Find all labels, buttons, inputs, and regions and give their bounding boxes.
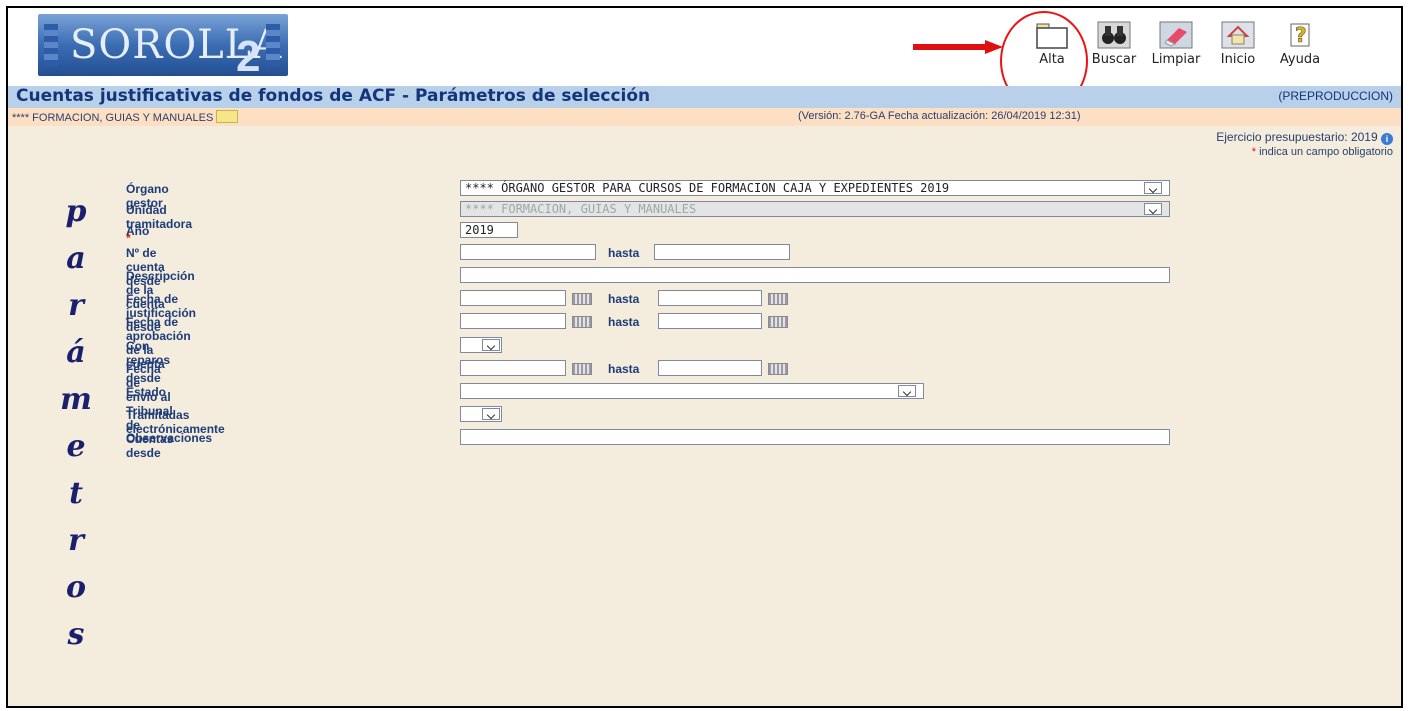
chevron-down-icon[interactable] — [482, 408, 500, 420]
buscar-button[interactable]: Buscar — [1083, 20, 1145, 67]
fecha-envio-desde-input[interactable] — [460, 360, 566, 376]
unidad-select[interactable]: **** FORMACION, GUIAS Y MANUALES — [460, 201, 1170, 217]
eraser-icon — [1159, 20, 1193, 50]
fecha-envio-hasta-input[interactable] — [658, 360, 762, 376]
chevron-down-icon[interactable] — [1144, 203, 1162, 215]
fecha-just-hasta-input[interactable] — [658, 290, 762, 306]
calendar-icon[interactable] — [572, 293, 592, 305]
anio-label: Año — [126, 224, 150, 238]
mail-icon[interactable] — [216, 110, 239, 123]
hasta-label: hasta — [608, 246, 640, 260]
red-arrow-icon — [913, 40, 1003, 54]
estado-select[interactable] — [460, 383, 924, 399]
help-icon: ? — [1283, 20, 1317, 50]
cuenta-desde-input[interactable] — [460, 244, 596, 260]
fecha-just-desde-input[interactable] — [460, 290, 566, 306]
ejercicio-label: Ejercicio presupuestario: 2019 — [1216, 130, 1378, 144]
home-icon — [1221, 20, 1255, 50]
ejercicio-block: Ejercicio presupuestario: 2019 i * indic… — [1216, 130, 1393, 158]
limpiar-button[interactable]: Limpiar — [1145, 20, 1207, 67]
calendar-icon[interactable] — [572, 363, 592, 375]
chevron-down-icon[interactable] — [898, 385, 916, 397]
version-label: (Versión: 2.76-GA Fecha actualización: 2… — [798, 110, 1081, 122]
chevron-down-icon[interactable] — [1144, 182, 1162, 194]
fecha-aprob-desde-input[interactable] — [460, 313, 566, 329]
anio-input[interactable]: 2019 — [460, 222, 518, 238]
app-window: SOROLLA 2 Alta Buscar Limpiar Inicio ? A… — [6, 6, 1403, 708]
page-title: Cuentas justificativas de fondos de ACF … — [16, 86, 651, 106]
info-bar: **** FORMACION, GUIAS Y MANUALES (Versió… — [8, 108, 1401, 126]
hasta-label: hasta — [608, 315, 640, 329]
top-bar: SOROLLA 2 Alta Buscar Limpiar Inicio ? A… — [8, 8, 1401, 111]
inicio-button[interactable]: Inicio — [1207, 20, 1269, 67]
sorolla-logo: SOROLLA 2 — [38, 14, 288, 81]
title-bar: Cuentas justificativas de fondos de ACF … — [8, 86, 1401, 108]
observaciones-label: Observaciones — [126, 431, 213, 445]
parametros-vertical-title: p a r á m e t r o s — [60, 194, 92, 652]
fecha-aprob-hasta-input[interactable] — [658, 313, 762, 329]
descripcion-input[interactable] — [460, 267, 1170, 283]
ayuda-button[interactable]: ? Ayuda — [1269, 20, 1331, 67]
organo-select[interactable]: **** ÓRGANO GESTOR PARA CURSOS DE FORMAC… — [460, 180, 1170, 196]
chevron-down-icon[interactable] — [482, 339, 500, 351]
cuenta-hasta-input[interactable] — [654, 244, 790, 260]
svg-text:?: ? — [1295, 23, 1307, 47]
unit-label: **** FORMACION, GUIAS Y MANUALES — [12, 110, 239, 124]
calendar-icon[interactable] — [768, 363, 788, 375]
environment-label: (PREPRODUCCION) — [1278, 89, 1393, 103]
calendar-icon[interactable] — [768, 316, 788, 328]
info-icon[interactable]: i — [1381, 133, 1393, 145]
binoculars-icon — [1097, 20, 1131, 50]
calendar-icon[interactable] — [572, 316, 592, 328]
hasta-label: hasta — [608, 362, 640, 376]
estado-label: Estado — [126, 385, 167, 399]
hasta-label: hasta — [608, 292, 640, 306]
calendar-icon[interactable] — [768, 293, 788, 305]
required-note: indica un campo obligatorio — [1259, 146, 1393, 158]
observaciones-input[interactable] — [460, 429, 1170, 445]
